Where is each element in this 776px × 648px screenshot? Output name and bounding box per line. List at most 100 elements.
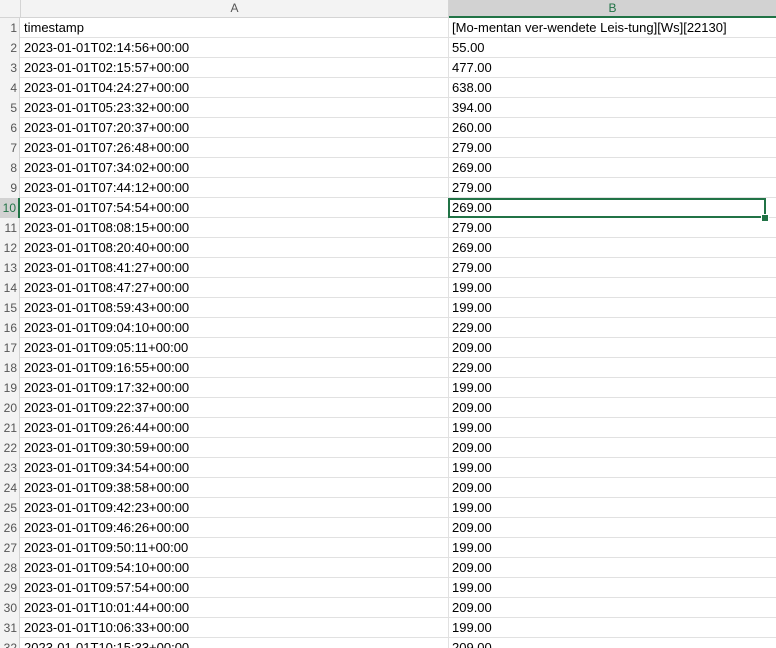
row-number[interactable]: 24 xyxy=(0,478,20,498)
row-number[interactable]: 6 xyxy=(0,118,20,138)
cell-value[interactable]: [Mo-mentan ver-wendete Leis-tung][Ws][22… xyxy=(449,18,776,38)
cell-timestamp[interactable]: 2023-01-01T08:59:43+00:00 xyxy=(21,298,449,318)
row-number[interactable]: 11 xyxy=(0,218,20,238)
row-number[interactable]: 8 xyxy=(0,158,20,178)
cell-timestamp[interactable]: 2023-01-01T08:08:15+00:00 xyxy=(21,218,449,238)
column-header-a[interactable]: A xyxy=(21,0,449,17)
row-number[interactable]: 13 xyxy=(0,258,20,278)
cell-value[interactable]: 199.00 xyxy=(449,458,776,478)
row-number[interactable]: 16 xyxy=(0,318,20,338)
cell-value[interactable]: 269.00 xyxy=(449,238,776,258)
cell-timestamp[interactable]: 2023-01-01T07:26:48+00:00 xyxy=(21,138,449,158)
row-number[interactable]: 12 xyxy=(0,238,20,258)
cell-value[interactable]: 209.00 xyxy=(449,338,776,358)
cell-value[interactable]: 279.00 xyxy=(449,218,776,238)
row-number[interactable]: 4 xyxy=(0,78,20,98)
cell-timestamp[interactable]: 2023-01-01T10:15:33+00:00 xyxy=(21,638,449,648)
cell-timestamp[interactable]: 2023-01-01T09:46:26+00:00 xyxy=(21,518,449,538)
cell-value[interactable]: 199.00 xyxy=(449,378,776,398)
cell-value[interactable]: 199.00 xyxy=(449,278,776,298)
cell-value[interactable]: 199.00 xyxy=(449,618,776,638)
cell-timestamp[interactable]: 2023-01-01T09:05:11+00:00 xyxy=(21,338,449,358)
cell-timestamp[interactable]: 2023-01-01T07:34:02+00:00 xyxy=(21,158,449,178)
cell-value[interactable]: 229.00 xyxy=(449,318,776,338)
row-number[interactable]: 5 xyxy=(0,98,20,118)
cell-timestamp[interactable]: 2023-01-01T08:47:27+00:00 xyxy=(21,278,449,298)
cell-value[interactable]: 209.00 xyxy=(449,518,776,538)
column-header-b[interactable]: B xyxy=(449,0,776,18)
row-number[interactable]: 29 xyxy=(0,578,20,598)
cell-value[interactable]: 209.00 xyxy=(449,398,776,418)
cell-timestamp[interactable]: timestamp xyxy=(21,18,449,38)
cell-timestamp[interactable]: 2023-01-01T08:20:40+00:00 xyxy=(21,238,449,258)
row-number[interactable]: 28 xyxy=(0,558,20,578)
cell-value[interactable]: 199.00 xyxy=(449,538,776,558)
cell-value[interactable]: 55.00 xyxy=(449,38,776,58)
cell-timestamp[interactable]: 2023-01-01T07:44:12+00:00 xyxy=(21,178,449,198)
cell-timestamp[interactable]: 2023-01-01T02:15:57+00:00 xyxy=(21,58,449,78)
row-number[interactable]: 19 xyxy=(0,378,20,398)
cell-timestamp[interactable]: 2023-01-01T10:01:44+00:00 xyxy=(21,598,449,618)
row-number[interactable]: 10 xyxy=(0,198,20,218)
row-number[interactable]: 20 xyxy=(0,398,20,418)
row-number[interactable]: 1 xyxy=(0,18,20,38)
cell-value[interactable]: 269.00 xyxy=(449,198,776,218)
row-number[interactable]: 21 xyxy=(0,418,20,438)
cell-timestamp[interactable]: 2023-01-01T09:26:44+00:00 xyxy=(21,418,449,438)
select-all-corner[interactable] xyxy=(0,0,21,17)
cell-value[interactable]: 269.00 xyxy=(449,158,776,178)
cell-timestamp[interactable]: 2023-01-01T09:42:23+00:00 xyxy=(21,498,449,518)
cell-value[interactable]: 209.00 xyxy=(449,598,776,618)
cell-value[interactable]: 394.00 xyxy=(449,98,776,118)
cell-timestamp[interactable]: 2023-01-01T04:24:27+00:00 xyxy=(21,78,449,98)
cell-timestamp[interactable]: 2023-01-01T07:54:54+00:00 xyxy=(21,198,449,218)
cell-timestamp[interactable]: 2023-01-01T09:16:55+00:00 xyxy=(21,358,449,378)
cell-value[interactable]: 209.00 xyxy=(449,438,776,458)
row-number[interactable]: 32 xyxy=(0,638,20,648)
row-number[interactable]: 25 xyxy=(0,498,20,518)
row-number[interactable]: 14 xyxy=(0,278,20,298)
cell-timestamp[interactable]: 2023-01-01T09:38:58+00:00 xyxy=(21,478,449,498)
row-number[interactable]: 31 xyxy=(0,618,20,638)
cell-value[interactable]: 229.00 xyxy=(449,358,776,378)
row-number[interactable]: 23 xyxy=(0,458,20,478)
row-number[interactable]: 9 xyxy=(0,178,20,198)
cell-value[interactable]: 209.00 xyxy=(449,478,776,498)
row-number[interactable]: 27 xyxy=(0,538,20,558)
cell-timestamp[interactable]: 2023-01-01T10:06:33+00:00 xyxy=(21,618,449,638)
cell-value[interactable]: 279.00 xyxy=(449,138,776,158)
cell-timestamp[interactable]: 2023-01-01T07:20:37+00:00 xyxy=(21,118,449,138)
row-number[interactable]: 18 xyxy=(0,358,20,378)
cell-timestamp[interactable]: 2023-01-01T09:22:37+00:00 xyxy=(21,398,449,418)
row-number[interactable]: 15 xyxy=(0,298,20,318)
cell-value[interactable]: 209.00 xyxy=(449,638,776,648)
cell-timestamp[interactable]: 2023-01-01T09:57:54+00:00 xyxy=(21,578,449,598)
cell-timestamp[interactable]: 2023-01-01T09:34:54+00:00 xyxy=(21,458,449,478)
row-number[interactable]: 30 xyxy=(0,598,20,618)
cell-timestamp[interactable]: 2023-01-01T09:04:10+00:00 xyxy=(21,318,449,338)
cell-value[interactable]: 199.00 xyxy=(449,418,776,438)
cell-value[interactable]: 638.00 xyxy=(449,78,776,98)
cell-timestamp[interactable]: 2023-01-01T09:30:59+00:00 xyxy=(21,438,449,458)
cell-value[interactable]: 477.00 xyxy=(449,58,776,78)
cell-timestamp[interactable]: 2023-01-01T09:54:10+00:00 xyxy=(21,558,449,578)
row-number[interactable]: 26 xyxy=(0,518,20,538)
row-number[interactable]: 7 xyxy=(0,138,20,158)
cell-timestamp[interactable]: 2023-01-01T09:50:11+00:00 xyxy=(21,538,449,558)
row-number[interactable]: 3 xyxy=(0,58,20,78)
cell-timestamp[interactable]: 2023-01-01T09:17:32+00:00 xyxy=(21,378,449,398)
cell-value[interactable]: 279.00 xyxy=(449,258,776,278)
spreadsheet-grid[interactable]: A B 1 timestamp [Mo-mentan ver-wendete Lei… xyxy=(0,0,776,648)
cell-timestamp[interactable]: 2023-01-01T02:14:56+00:00 xyxy=(21,38,449,58)
cell-value[interactable]: 199.00 xyxy=(449,498,776,518)
cell-value[interactable]: 209.00 xyxy=(449,558,776,578)
row-number[interactable]: 17 xyxy=(0,338,20,358)
cell-value[interactable]: 260.00 xyxy=(449,118,776,138)
row-number[interactable]: 22 xyxy=(0,438,20,458)
cell-value[interactable]: 199.00 xyxy=(449,578,776,598)
row-number[interactable]: 2 xyxy=(0,38,20,58)
cell-timestamp[interactable]: 2023-01-01T05:23:32+00:00 xyxy=(21,98,449,118)
cell-value[interactable]: 279.00 xyxy=(449,178,776,198)
cell-timestamp[interactable]: 2023-01-01T08:41:27+00:00 xyxy=(21,258,449,278)
cell-value[interactable]: 199.00 xyxy=(449,298,776,318)
